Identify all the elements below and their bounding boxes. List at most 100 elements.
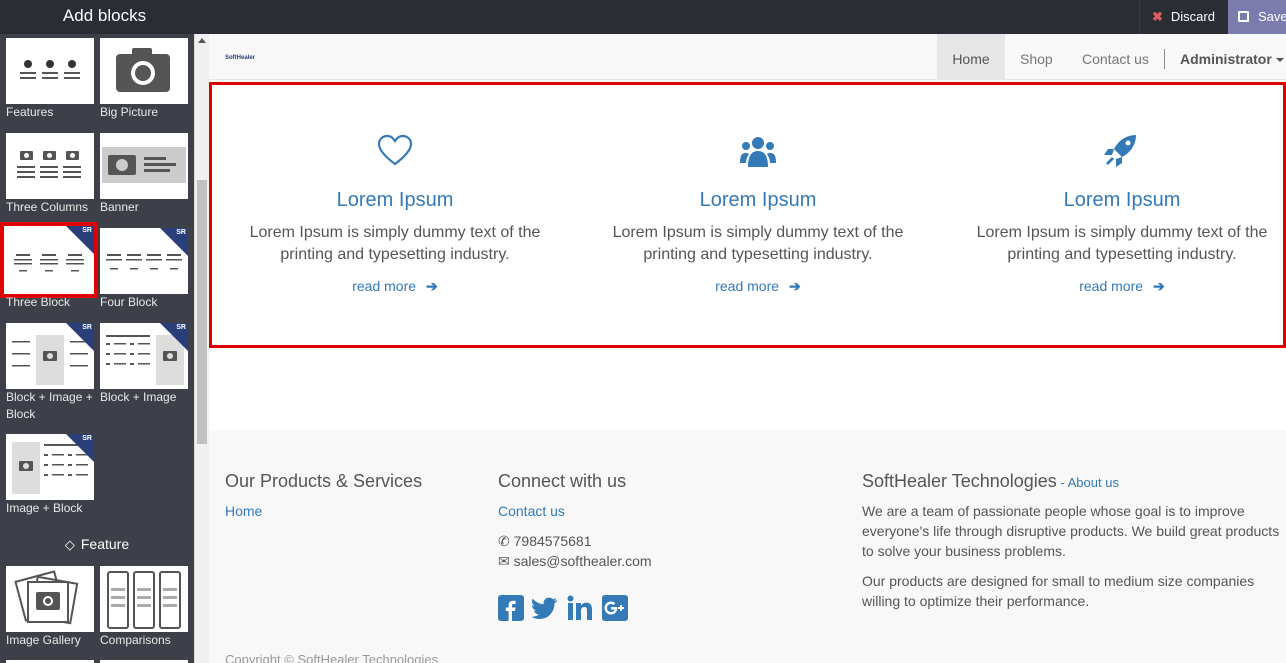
about-text-line: We are a team of passionate people whose…	[862, 503, 1245, 519]
category-label: Feature	[80, 536, 130, 552]
caret-down-icon	[1275, 58, 1284, 62]
snippet-image-block[interactable]: SR	[6, 434, 94, 500]
snippet-features[interactable]	[6, 38, 94, 104]
feature-text-line: Lorem Ipsum is simply dummy text of the	[976, 224, 1268, 241]
editor-topbar: Add blocks ✖ Discard Save	[0, 0, 1286, 34]
snippet-three-block[interactable]: SR	[0, 222, 98, 298]
feature-text-line: printing and typesetting industry.	[1007, 246, 1237, 263]
users-icon	[740, 137, 776, 167]
scrollbar-thumb[interactable]	[197, 180, 207, 444]
site-logo[interactable]: SoftHealer	[225, 55, 255, 61]
discard-button[interactable]: ✖ Discard	[1139, 0, 1228, 34]
three-block-section[interactable]: Lorem Ipsum Lorem Ipsum is simply dummy …	[209, 82, 1286, 348]
page-preview: SoftHealer Home Shop Contact us Administ…	[209, 34, 1286, 663]
about-text-line: Our products are designed for small to m…	[862, 573, 1255, 589]
user-menu-label: Administrator	[1180, 51, 1272, 67]
facebook-icon[interactable]	[498, 595, 524, 621]
snippet-four-block[interactable]: SR	[100, 228, 188, 294]
snippet-label: Banner	[100, 200, 139, 214]
feature-text-line: printing and typesetting industry.	[643, 246, 873, 263]
read-more-link[interactable]: read more ➔	[947, 278, 1286, 295]
badge-text: SR	[176, 229, 186, 236]
snippet-big-picture[interactable]	[100, 38, 188, 104]
diamond-icon: ◇	[64, 537, 75, 552]
rocket-icon	[1104, 135, 1136, 167]
badge-text: SR	[82, 435, 92, 442]
snippet-label: Image + Block	[6, 501, 83, 515]
snippet-label: Four Block	[100, 295, 158, 309]
comparisons-thumbnail	[107, 571, 181, 629]
save-label: Save	[1258, 9, 1286, 24]
arrow-right-icon: ➔	[789, 278, 801, 294]
feature-text-line: Lorem Ipsum is simply dummy text of the	[249, 224, 541, 241]
features-thumbnail	[20, 60, 80, 79]
footer-email[interactable]: ✉ sales@softhealer.com	[498, 551, 652, 571]
snippet-label: Block + Image	[100, 390, 177, 404]
snippet-label: Comparisons	[100, 633, 171, 647]
feature-text: Lorem Ipsum is simply dummy text of the p…	[947, 222, 1286, 266]
linkedin-icon[interactable]	[567, 595, 593, 621]
read-more-label: read more	[352, 278, 417, 294]
feature-text-line: Lorem Ipsum is simply dummy text of the	[612, 224, 904, 241]
about-us-link[interactable]: About us	[1068, 475, 1119, 490]
company-name: SoftHealer Technologies	[862, 471, 1057, 491]
user-menu[interactable]: Administrator	[1180, 34, 1284, 80]
save-button[interactable]: Save	[1228, 0, 1286, 34]
about-text-line: everyone's life through disruptive produ…	[862, 523, 1280, 539]
google-plus-icon[interactable]	[602, 595, 628, 621]
close-icon: ✖	[1152, 9, 1163, 24]
feature-heading: Lorem Ipsum	[336, 189, 454, 211]
footer-heading-company: SoftHealer Technologies - About us	[862, 471, 1119, 492]
snippet-label: Three Block	[6, 295, 71, 309]
copyright-text: Copyright © SoftHealer Technologies	[225, 652, 439, 663]
feature-heading: Lorem Ipsum	[1063, 189, 1181, 211]
site-navbar: SoftHealer Home Shop Contact us Administ…	[209, 34, 1286, 80]
footer-about-para1: We are a team of passionate people whose…	[862, 501, 1279, 561]
footer-link-home[interactable]: Home	[225, 503, 262, 519]
footer-link-contact[interactable]: Contact us	[498, 503, 565, 519]
nav-item-shop[interactable]: Shop	[1020, 34, 1053, 80]
about-text-line: willing to optimize their performance.	[862, 593, 1090, 609]
scroll-up-icon[interactable]	[198, 38, 206, 43]
nav-item-home[interactable]: Home	[937, 34, 1005, 80]
snippet-banner[interactable]	[100, 133, 188, 199]
twitter-icon[interactable]	[532, 595, 558, 621]
image-gallery-thumbnail	[14, 570, 79, 625]
snippet-image-gallery[interactable]	[6, 566, 94, 632]
heart-icon	[377, 134, 413, 166]
nav-divider	[1164, 49, 1165, 69]
snippet-label: Image Gallery	[6, 633, 81, 647]
snippet-label: Big Picture	[100, 105, 159, 119]
nav-item-contact[interactable]: Contact us	[1082, 34, 1149, 80]
email-address: sales@softhealer.com	[513, 553, 652, 569]
phone-icon: ✆	[498, 533, 510, 549]
floppy-disk-icon	[1238, 11, 1249, 22]
footer-phone: ✆ 7984575681	[498, 531, 592, 551]
banner-thumbnail	[102, 147, 186, 183]
about-link-wrapper: - About us	[1056, 475, 1119, 490]
snippets-sidebar: Features Big Picture Three Columns Banne…	[0, 34, 209, 663]
feature-text-line: printing and typesetting industry.	[280, 246, 510, 263]
feature-text: Lorem Ipsum is simply dummy text of the p…	[220, 222, 570, 266]
read-more-link[interactable]: read more ➔	[220, 278, 570, 295]
badge-text: SR	[82, 324, 92, 331]
badge-text: SR	[176, 324, 186, 331]
discard-label: Discard	[1170, 9, 1215, 24]
snippet-label: Block + Image + Block	[6, 390, 93, 421]
badge-text: SR	[82, 227, 92, 234]
snippet-label: Three Columns	[6, 200, 89, 214]
snippet-comparisons[interactable]	[100, 566, 188, 632]
snippet-three-columns[interactable]	[6, 133, 94, 199]
read-more-link[interactable]: read more ➔	[583, 278, 933, 295]
feature-text: Lorem Ipsum is simply dummy text of the p…	[583, 222, 933, 266]
snippet-label: Features	[6, 105, 54, 119]
footer-about-para2: Our products are designed for small to m…	[862, 571, 1254, 611]
category-heading-feature: ◇ Feature	[0, 536, 194, 553]
footer-heading-connect: Connect with us	[498, 471, 627, 491]
feature-heading: Lorem Ipsum	[699, 189, 817, 211]
envelope-icon: ✉	[498, 553, 510, 569]
sidebar-scrollbar[interactable]	[194, 34, 209, 663]
panel-title: Add blocks	[62, 6, 147, 25]
snippet-block-image-block[interactable]: SR	[6, 323, 94, 389]
snippet-block-image[interactable]: SR	[100, 323, 188, 389]
